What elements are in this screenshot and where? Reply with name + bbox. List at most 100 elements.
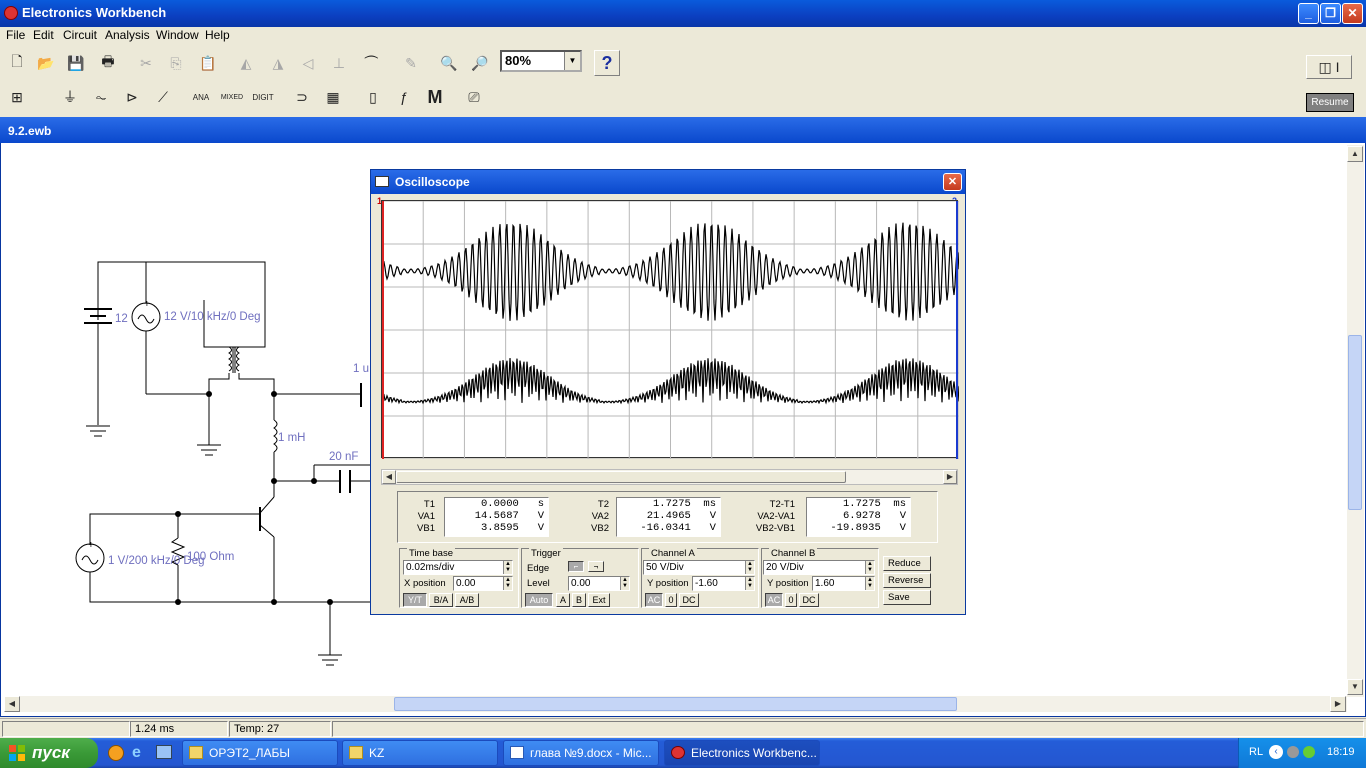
print-icon[interactable]: 🖶 (95, 50, 121, 76)
close-icon[interactable]: ✕ (943, 173, 962, 191)
resume-button[interactable]: Resume (1306, 93, 1354, 112)
paste-icon[interactable]: 📋 (195, 50, 221, 76)
scroll-right-icon[interactable]: ▶ (1330, 696, 1346, 712)
reduce-button[interactable]: Reduce (883, 556, 931, 571)
mode-ba-button[interactable]: B/A (429, 593, 453, 607)
logic-gates-icon[interactable]: ⊃ (289, 84, 315, 110)
miscellaneous-icon[interactable]: M (422, 84, 448, 110)
horizontal-scroll-thumb[interactable] (394, 697, 957, 711)
task-kz[interactable]: KZ (342, 740, 498, 766)
start-button[interactable]: пуск (0, 738, 98, 768)
scroll-up-icon[interactable]: ▲ (1347, 146, 1363, 162)
save-button[interactable]: Save (883, 590, 931, 605)
tray-back-icon[interactable]: ‹ (1269, 745, 1283, 759)
basic-components-icon[interactable]: ⏦ (88, 84, 114, 110)
quicklaunch-app-icon[interactable] (108, 745, 124, 761)
open-folder-icon[interactable]: 📂 (33, 50, 59, 76)
digital-ics-icon[interactable]: DIGIT (250, 84, 276, 110)
timebase-field[interactable]: 0.02ms/div ▲ ▼ (403, 560, 513, 575)
level-field[interactable]: 0.00 ▲ ▼ (568, 576, 630, 591)
tray-app-icon[interactable] (1287, 746, 1299, 758)
channel-b-zero-button[interactable]: 0 (785, 593, 797, 607)
spinner-icon[interactable]: ▲ ▼ (503, 577, 512, 590)
vertical-scrollbar[interactable]: ▲ ▼ (1347, 145, 1364, 697)
diodes-icon[interactable]: ⊳ (119, 84, 145, 110)
menu-window[interactable]: Window (156, 28, 199, 42)
save-icon[interactable]: 💾 (63, 50, 89, 76)
channel-a-zero-button[interactable]: 0 (665, 593, 677, 607)
minimize-button[interactable]: _ (1298, 3, 1319, 24)
controls-icon[interactable]: ƒ (391, 84, 417, 110)
oscilloscope-screen[interactable] (381, 200, 960, 460)
task-word-doc[interactable]: глава №9.docx - Mic... (503, 740, 659, 766)
new-file-icon[interactable]: 🗋 (4, 50, 30, 76)
scroll-right-icon[interactable]: ▶ (943, 470, 957, 484)
scroll-left-icon[interactable]: ◀ (4, 696, 20, 712)
xpos-field[interactable]: 0.00 ▲ ▼ (453, 576, 513, 591)
chevron-down-icon[interactable]: ▼ (564, 52, 580, 70)
restore-button[interactable]: ❐ (1320, 3, 1341, 24)
reverse-button[interactable]: Reverse (883, 573, 931, 588)
scope-scroll-thumb[interactable] (396, 471, 846, 483)
menu-analysis[interactable]: Analysis (105, 28, 150, 42)
channel-b-dc-button[interactable]: DC (799, 593, 819, 607)
trigger-a-button[interactable]: A (556, 593, 570, 607)
scroll-down-icon[interactable]: ▼ (1347, 679, 1363, 695)
copy-icon[interactable]: ⎘ (163, 50, 189, 76)
show-desktop-icon[interactable] (156, 745, 172, 759)
vertical-scroll-thumb[interactable] (1348, 335, 1362, 510)
indicators-icon[interactable]: ▯ (360, 84, 386, 110)
subcircuit-icon[interactable]: ⊥ (326, 50, 352, 76)
channel-b-ac-button[interactable]: AC (765, 593, 783, 607)
spinner-icon[interactable]: ▲ ▼ (745, 577, 754, 590)
menu-help[interactable]: Help (205, 28, 230, 42)
channel-a-ac-button[interactable]: AC (645, 593, 663, 607)
transistors-icon[interactable]: ⟋ (150, 84, 176, 110)
horizontal-scrollbar[interactable]: ◀ ▶ (4, 696, 1347, 712)
help-button[interactable]: ? (594, 50, 620, 76)
channel-b-scale-field[interactable]: 20 V/Div ▲ ▼ (763, 560, 875, 575)
channel-b-ypos-field[interactable]: 1.60 ▲ ▼ (812, 576, 875, 591)
mode-ab-button[interactable]: A/B (455, 593, 479, 607)
close-button[interactable]: ✕ (1342, 3, 1363, 24)
spinner-icon[interactable]: ▲ ▼ (503, 561, 512, 574)
trigger-ext-button[interactable]: Ext (588, 593, 610, 607)
spinner-icon[interactable]: ▲ ▼ (865, 561, 874, 574)
component-properties-icon[interactable]: ✎ (398, 50, 424, 76)
flip-vertical-icon[interactable]: ◮ (265, 50, 291, 76)
menu-file[interactable]: File (6, 28, 25, 42)
flip-horizontal-icon[interactable]: ◁ (295, 50, 321, 76)
parts-bin-toggle-icon[interactable]: ⊞ (4, 84, 30, 110)
analog-ics-icon[interactable]: ANA (188, 84, 214, 110)
graph-icon[interactable]: ⏜ (358, 50, 384, 76)
zoom-out-icon[interactable]: 🔍 (436, 50, 462, 76)
menu-edit[interactable]: Edit (33, 28, 54, 42)
internet-explorer-icon[interactable]: e (132, 744, 141, 762)
task-electronics-workbench[interactable]: Electronics Workbenc... (664, 740, 820, 766)
language-indicator[interactable]: RL (1249, 746, 1263, 758)
mixed-ics-icon[interactable]: MIXED (219, 84, 245, 110)
trigger-auto-button[interactable]: Auto (525, 593, 553, 607)
zoom-in-icon[interactable]: 🔎 (467, 50, 493, 76)
mode-yt-button[interactable]: Y/T (403, 593, 427, 607)
sources-icon[interactable]: ⏚ (57, 84, 83, 110)
scope-scrollbar[interactable]: ◀ ▶ (381, 469, 958, 485)
spinner-icon[interactable]: ▲ ▼ (745, 561, 754, 574)
menu-circuit[interactable]: Circuit (63, 28, 97, 42)
digital-components-icon[interactable]: ▦ (320, 84, 346, 110)
cut-icon[interactable]: ✂ (133, 50, 159, 76)
channel-a-ypos-field[interactable]: -1.60 ▲ ▼ (692, 576, 755, 591)
scroll-left-icon[interactable]: ◀ (382, 470, 396, 484)
zoom-select[interactable]: 80% ▼ (500, 50, 582, 72)
falling-edge-icon[interactable]: ¬ (588, 561, 604, 572)
rotate-icon[interactable]: ◭ (233, 50, 259, 76)
rising-edge-icon[interactable]: ⌐ (568, 561, 584, 572)
channel-a-dc-button[interactable]: DC (679, 593, 699, 607)
spinner-icon[interactable]: ▲ ▼ (620, 577, 629, 590)
trigger-b-button[interactable]: B (572, 593, 586, 607)
power-switch-icon[interactable]: ◫ I (1306, 55, 1352, 79)
task-orety2[interactable]: ОРЭТ2_ЛАБЫ (182, 740, 338, 766)
instruments-icon[interactable]: ⎚ (461, 84, 487, 110)
channel-a-scale-field[interactable]: 50 V/Div ▲ ▼ (643, 560, 755, 575)
tray-network-icon[interactable] (1303, 746, 1315, 758)
